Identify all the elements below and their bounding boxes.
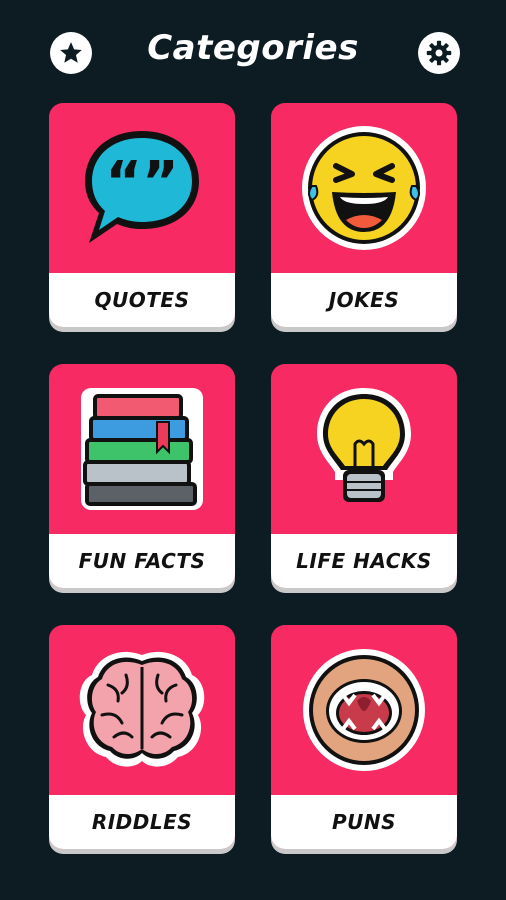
card-label: JOKES	[271, 273, 457, 327]
gear-icon	[426, 40, 452, 66]
card-art	[49, 364, 235, 534]
laughing-face-icon	[302, 126, 426, 250]
category-card-riddles[interactable]: RIDDLES	[49, 625, 235, 849]
open-mouth-icon	[303, 649, 425, 771]
card-label: LIFE HACKS	[271, 534, 457, 588]
brain-icon	[79, 651, 205, 767]
card-label: PUNS	[271, 795, 457, 849]
category-card-quotes[interactable]: “” QUOTES	[49, 103, 235, 327]
card-label: QUOTES	[49, 273, 235, 327]
card-label: FUN FACTS	[49, 534, 235, 588]
settings-button[interactable]	[418, 32, 460, 74]
card-art	[49, 625, 235, 795]
card-art	[271, 364, 457, 534]
category-card-life-hacks[interactable]: LIFE HACKS	[271, 364, 457, 588]
card-art	[271, 103, 457, 273]
category-card-puns[interactable]: PUNS	[271, 625, 457, 849]
card-art	[271, 625, 457, 795]
category-card-jokes[interactable]: JOKES	[271, 103, 457, 327]
light-bulb-icon	[317, 388, 411, 502]
books-icon	[81, 388, 203, 510]
svg-text:“”: “”	[105, 150, 179, 215]
speech-bubble-icon: “”	[85, 131, 199, 243]
header: Categories	[0, 0, 506, 100]
card-label: RIDDLES	[49, 795, 235, 849]
category-card-fun-facts[interactable]: FUN FACTS	[49, 364, 235, 588]
card-art: “”	[49, 103, 235, 273]
